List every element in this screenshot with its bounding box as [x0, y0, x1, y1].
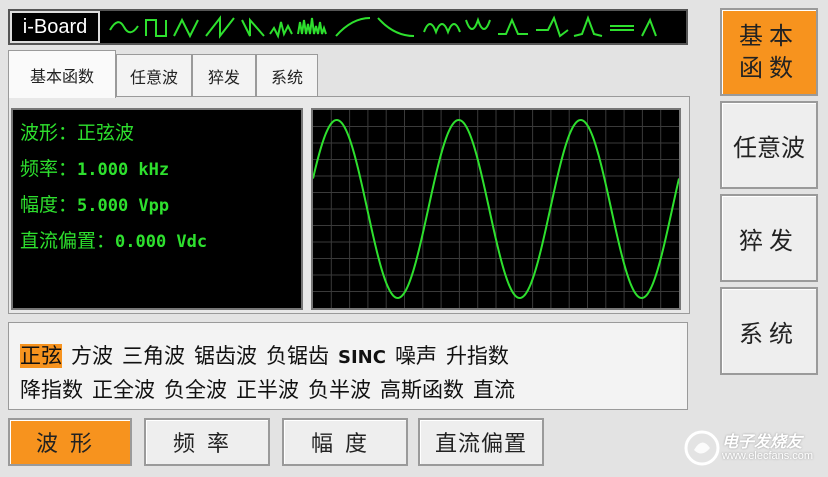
waveform-info: 波形：正弦波	[20, 118, 134, 145]
tab-burst[interactable]: 猝发	[192, 54, 256, 96]
basic-function-line1: 基本	[739, 22, 799, 50]
frequency-button[interactable]: 频率	[144, 418, 270, 466]
amplitude-value: 5.000 Vpp	[77, 196, 170, 216]
wave-option[interactable]: 方波	[71, 344, 113, 368]
logo-text: i-Board	[10, 11, 100, 43]
wave-option[interactable]: 负锯齿	[266, 344, 329, 368]
basic-function-button[interactable]: 基本 函数	[720, 8, 818, 96]
offset-value: 0.000 Vdc	[115, 232, 208, 252]
scope-graph	[312, 110, 680, 308]
amplitude-label: 幅度：	[20, 194, 78, 216]
tab-system[interactable]: 系统	[256, 54, 318, 96]
wave-option[interactable]: 负全波	[164, 378, 227, 402]
wave-option[interactable]: 噪声	[395, 344, 437, 368]
dc-offset-button[interactable]: 直流偏置	[418, 418, 544, 466]
waveform-value: 正弦波	[77, 122, 135, 144]
wave-option[interactable]: 正全波	[92, 378, 155, 402]
wave-option[interactable]: 直流	[473, 378, 515, 402]
waveform-preview	[311, 108, 681, 310]
offset-info: 直流偏置：0.000 Vdc	[20, 226, 207, 253]
basic-function-line2: 函数	[739, 54, 799, 82]
wave-option[interactable]: 升指数	[446, 344, 509, 368]
watermark-text: 电子发烧友	[722, 432, 803, 451]
watermark-url: www.elecfans.com	[722, 450, 814, 462]
wave-type-row-1: 正弦 方波 三角波 锯齿波 负锯齿 SINC 噪声 升指数	[20, 340, 518, 370]
waveform-label: 波形：	[20, 122, 78, 144]
amplitude-info: 幅度：5.000 Vpp	[20, 190, 169, 217]
burst-button[interactable]: 猝发	[720, 194, 818, 282]
tab-arbitrary-wave[interactable]: 任意波	[116, 54, 192, 96]
offset-label: 直流偏置：	[20, 230, 116, 252]
wave-option[interactable]: 三角波	[122, 344, 185, 368]
arbitrary-wave-button[interactable]: 任意波	[720, 101, 818, 189]
wave-option[interactable]: 正半波	[236, 378, 299, 402]
wave-option[interactable]: SINC	[338, 347, 386, 368]
tab-basic-function[interactable]: 基本函数	[8, 50, 116, 98]
wave-option[interactable]: 负半波	[308, 378, 371, 402]
frequency-info: 频率：1.000 kHz	[20, 154, 169, 181]
wave-option[interactable]: 锯齿波	[194, 344, 257, 368]
system-button[interactable]: 系统	[720, 287, 818, 375]
wave-type-row-2: 降指数 正全波 负全波 正半波 负半波 高斯函数 直流	[20, 374, 524, 404]
waveform-button[interactable]: 波形	[8, 418, 132, 466]
wave-option[interactable]: 高斯函数	[380, 378, 464, 402]
frequency-value: 1.000 kHz	[77, 160, 170, 180]
wave-option[interactable]: 正弦	[20, 344, 62, 368]
frequency-label: 频率：	[20, 158, 78, 180]
amplitude-button[interactable]: 幅度	[282, 418, 408, 466]
wave-option[interactable]: 降指数	[20, 378, 83, 402]
waveform-strip-icon	[109, 15, 657, 39]
